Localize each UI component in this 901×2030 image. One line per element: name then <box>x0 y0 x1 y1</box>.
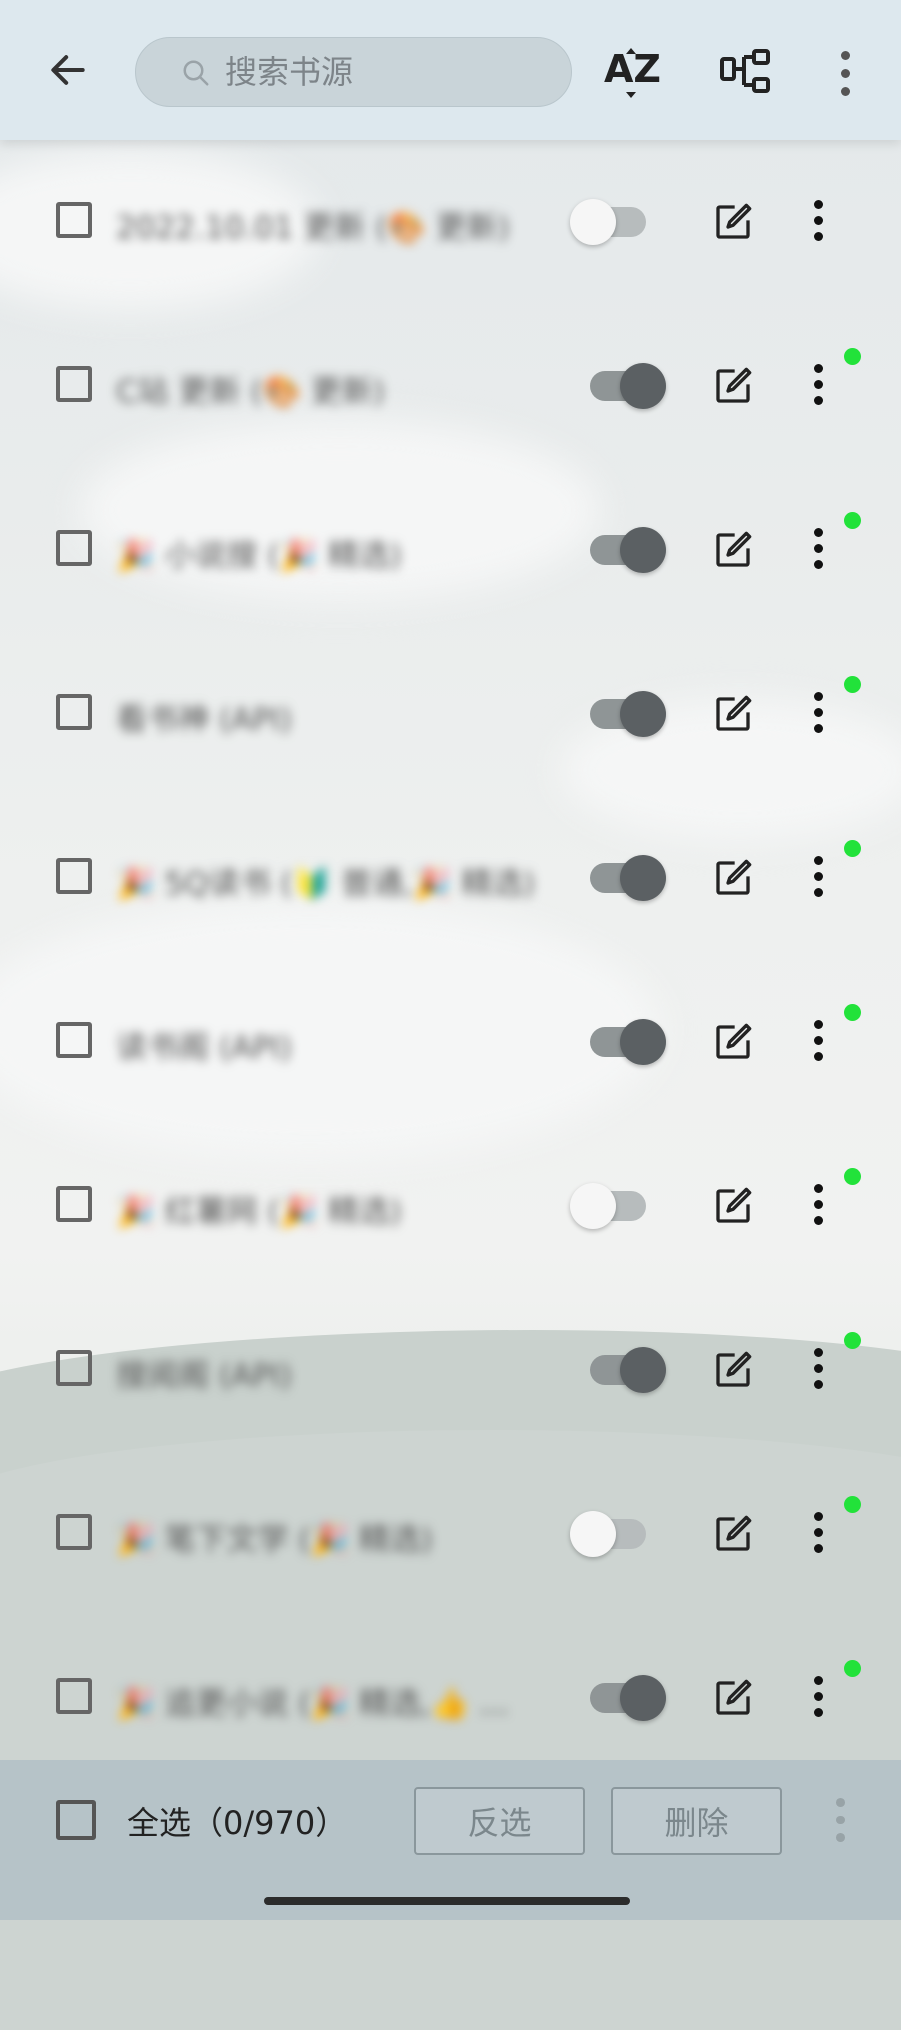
top-app-bar: AZ <box>0 0 901 140</box>
source-row[interactable]: 看书神 (API) <box>0 632 901 796</box>
overflow-menu-button[interactable] <box>830 40 860 106</box>
enable-toggle[interactable] <box>586 1347 666 1393</box>
enable-toggle[interactable] <box>586 527 666 573</box>
row-more-icon[interactable] <box>808 364 828 408</box>
source-name: 🎉 5Q读书 (🔰 普通,🎉 精选) <box>116 866 536 902</box>
edit-icon[interactable] <box>713 202 753 242</box>
row-more-icon[interactable] <box>808 1348 828 1392</box>
enable-toggle[interactable] <box>570 199 650 245</box>
source-row[interactable]: 🎉 5Q读书 (🔰 普通,🎉 精选) <box>0 796 901 960</box>
source-row[interactable]: 🎉 小说搜 (🎉 精选) <box>0 468 901 632</box>
row-more-icon[interactable] <box>808 1020 828 1064</box>
more-vertical-icon <box>840 50 850 96</box>
bottom-action-bar: 全选（0/970） 反选 删除 <box>0 1760 901 1920</box>
select-all-checkbox[interactable] <box>56 1800 96 1840</box>
row-checkbox[interactable] <box>56 1350 92 1386</box>
row-more-icon[interactable] <box>808 528 828 572</box>
source-name: 看书神 (API) <box>116 702 293 738</box>
source-name: 搜阅阁 (API) <box>116 1358 293 1394</box>
edit-icon[interactable] <box>713 1186 753 1226</box>
row-more-icon[interactable] <box>808 200 828 244</box>
row-checkbox[interactable] <box>56 694 92 730</box>
enable-toggle[interactable] <box>586 691 666 737</box>
row-checkbox[interactable] <box>56 1514 92 1550</box>
group-button[interactable] <box>716 40 776 106</box>
source-name: 🎉 红薯网 (🎉 精选) <box>116 1194 402 1230</box>
tree-icon <box>720 49 770 93</box>
enable-toggle[interactable] <box>586 1019 666 1065</box>
edit-icon[interactable] <box>713 1022 753 1062</box>
status-dot <box>844 1332 861 1349</box>
enable-toggle[interactable] <box>586 1675 666 1721</box>
status-dot <box>844 1004 861 1021</box>
home-indicator <box>264 1897 630 1905</box>
status-dot <box>844 348 861 365</box>
delete-button[interactable]: 删除 <box>611 1787 782 1855</box>
source-row[interactable]: 2022.10.01 更新 (🎨 更新) <box>0 140 901 304</box>
enable-toggle[interactable] <box>586 363 666 409</box>
edit-icon[interactable] <box>713 366 753 406</box>
source-row[interactable]: 读书阁 (API) <box>0 960 901 1124</box>
row-checkbox[interactable] <box>56 202 92 238</box>
edit-icon[interactable] <box>713 1678 753 1718</box>
source-name: 🎉 笔下文学 (🎉 精选) <box>116 1522 433 1558</box>
source-row[interactable]: 🎉 笔下文学 (🎉 精选) <box>0 1452 901 1616</box>
status-dot <box>844 512 861 529</box>
select-all-label[interactable]: 全选（0/970） <box>127 1798 347 1844</box>
search-box[interactable] <box>135 37 572 107</box>
enable-toggle[interactable] <box>586 855 666 901</box>
edit-icon[interactable] <box>713 694 753 734</box>
row-checkbox[interactable] <box>56 530 92 566</box>
row-checkbox[interactable] <box>56 1022 92 1058</box>
source-name: 🎉 追更小说 (🎉 精选,👍 ... <box>116 1686 509 1722</box>
search-input[interactable] <box>223 52 547 92</box>
status-dot <box>844 840 861 857</box>
search-icon <box>183 60 209 86</box>
more-vertical-icon[interactable] <box>830 1798 850 1843</box>
row-checkbox[interactable] <box>56 1678 92 1714</box>
edit-icon[interactable] <box>713 530 753 570</box>
row-more-icon[interactable] <box>808 692 828 736</box>
row-checkbox[interactable] <box>56 1186 92 1222</box>
source-row[interactable]: 🎉 红薯网 (🎉 精选) <box>0 1124 901 1288</box>
sort-az-icon: AZ <box>604 47 661 98</box>
source-row[interactable]: C站 更新 (🎨 更新) <box>0 304 901 468</box>
source-name: C站 更新 (🎨 更新) <box>116 374 385 410</box>
row-more-icon[interactable] <box>808 1184 828 1228</box>
arrow-left-icon <box>51 55 85 85</box>
row-checkbox[interactable] <box>56 366 92 402</box>
source-name: 读书阁 (API) <box>116 1030 293 1066</box>
status-dot <box>844 1660 861 1677</box>
invert-selection-button[interactable]: 反选 <box>414 1787 585 1855</box>
source-row[interactable]: 🎉 追更小说 (🎉 精选,👍 ... <box>0 1616 901 1780</box>
row-more-icon[interactable] <box>808 856 828 900</box>
row-more-icon[interactable] <box>808 1676 828 1720</box>
edit-icon[interactable] <box>713 858 753 898</box>
status-dot <box>844 676 861 693</box>
edit-icon[interactable] <box>713 1350 753 1390</box>
back-button[interactable] <box>38 40 98 100</box>
row-more-icon[interactable] <box>808 1512 828 1556</box>
sort-button[interactable]: AZ <box>600 40 662 106</box>
enable-toggle[interactable] <box>570 1511 650 1557</box>
source-name: 2022.10.01 更新 (🎨 更新) <box>116 210 510 246</box>
edit-icon[interactable] <box>713 1514 753 1554</box>
enable-toggle[interactable] <box>570 1183 650 1229</box>
source-name: 🎉 小说搜 (🎉 精选) <box>116 538 402 574</box>
source-row[interactable]: 搜阅阁 (API) <box>0 1288 901 1452</box>
status-dot <box>844 1168 861 1185</box>
status-dot <box>844 1496 861 1513</box>
row-checkbox[interactable] <box>56 858 92 894</box>
